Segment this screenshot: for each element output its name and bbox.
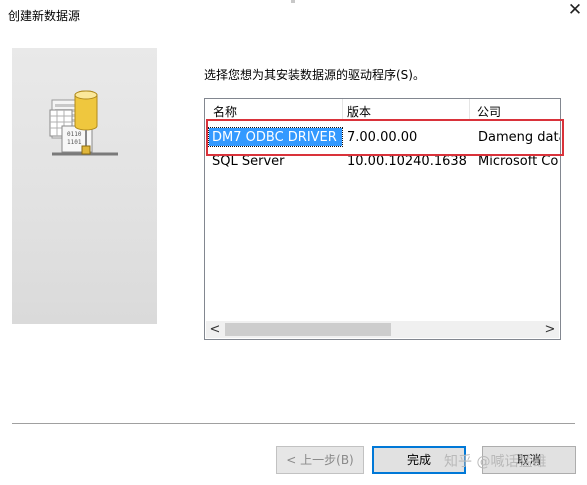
- svg-text:1101: 1101: [67, 139, 82, 146]
- column-header-version[interactable]: 版本: [347, 103, 371, 120]
- scroll-thumb[interactable]: [225, 323, 391, 336]
- column-header-company[interactable]: 公司: [477, 103, 501, 120]
- footer-separator: [12, 423, 575, 424]
- column-header-name[interactable]: 名称: [213, 103, 237, 120]
- column-divider[interactable]: [342, 99, 343, 121]
- list-header: 名称 版本 公司: [205, 99, 560, 121]
- scroll-right-arrow-icon[interactable]: >: [543, 321, 557, 338]
- close-icon[interactable]: ✕: [566, 1, 584, 19]
- driver-version: 10.00.10240.16384: [347, 154, 467, 169]
- driver-name: SQL Server: [212, 154, 285, 169]
- watermark-text: 知乎 @喊话猛雄: [444, 454, 547, 470]
- column-divider[interactable]: [469, 99, 470, 121]
- scroll-left-arrow-icon[interactable]: <: [208, 321, 222, 338]
- title-bar-tick: [291, 0, 295, 3]
- database-driver-icon: 0110 1101: [49, 90, 118, 156]
- back-button[interactable]: < 上一步(B): [276, 446, 364, 474]
- highlight-annotation: [206, 119, 564, 156]
- window-title: 创建新数据源: [8, 9, 81, 23]
- driver-prompt: 选择您想为其安装数据源的驱动程序(S)。: [204, 68, 425, 82]
- driver-company: Microsoft Co: [478, 154, 559, 169]
- svg-text:0110: 0110: [67, 131, 82, 138]
- horizontal-scrollbar[interactable]: < >: [206, 321, 559, 338]
- wizard-side-panel: 0110 1101: [12, 48, 157, 324]
